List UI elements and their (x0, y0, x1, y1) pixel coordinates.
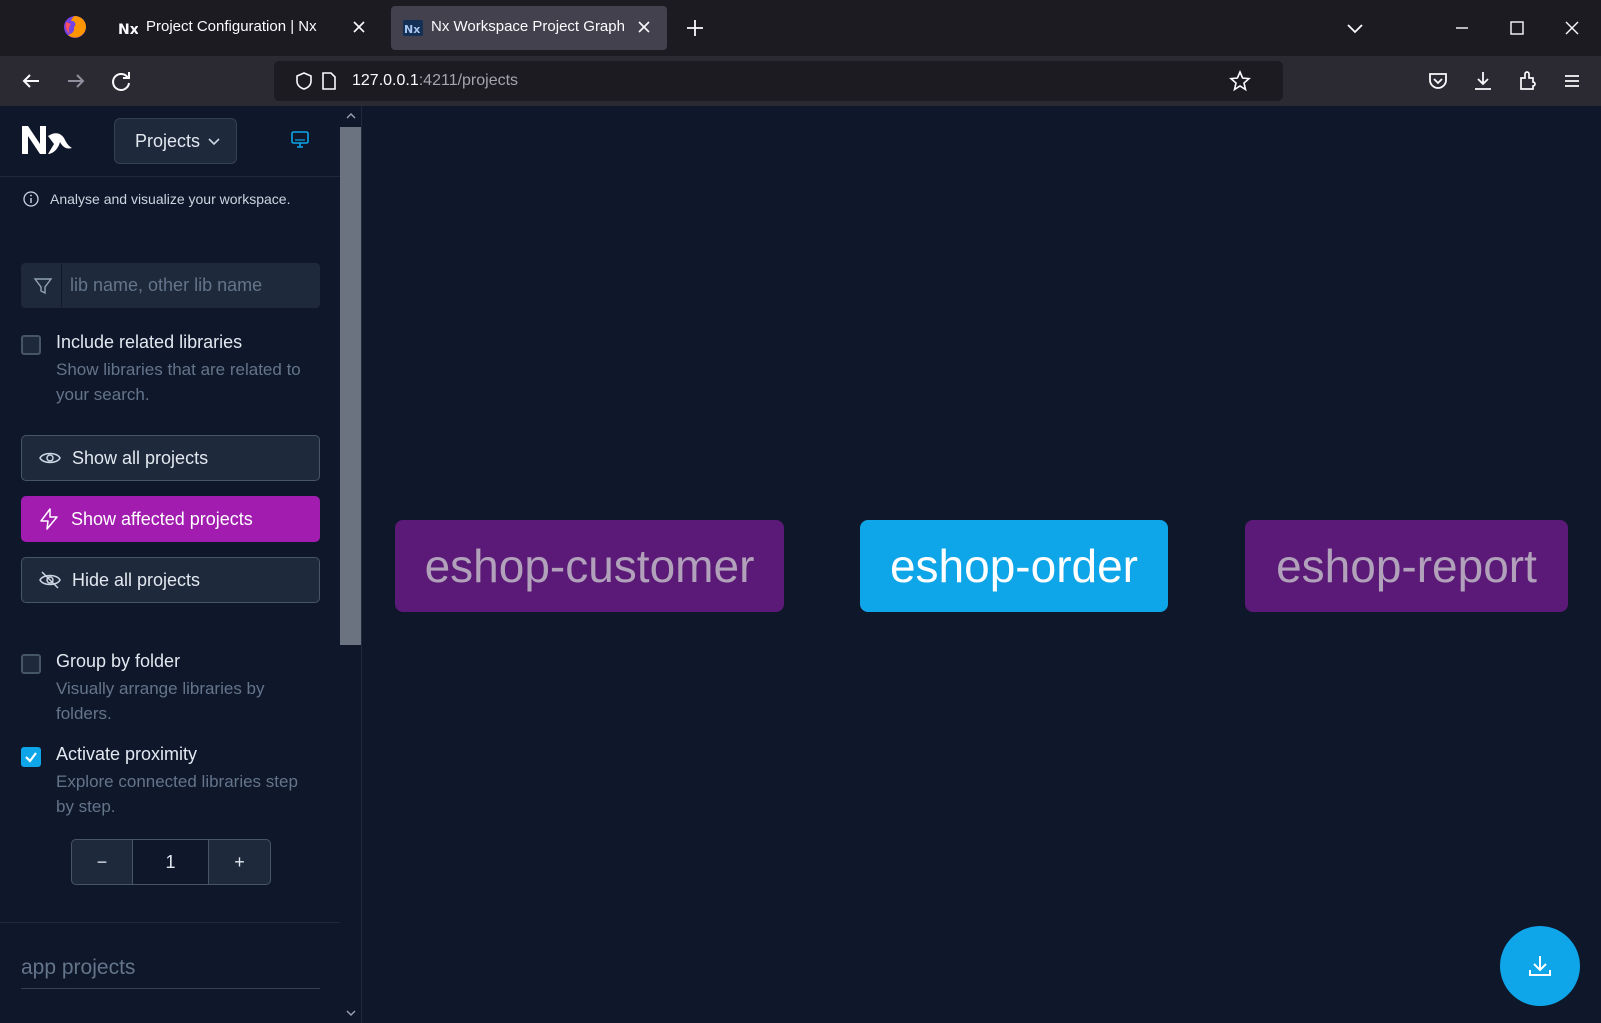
proximity-stepper: − 1 + (71, 839, 271, 885)
forward-icon[interactable] (61, 66, 91, 96)
back-icon[interactable] (16, 66, 46, 96)
app-projects-rule (21, 988, 320, 989)
proximity-checkbox[interactable] (21, 747, 41, 767)
proximity-label: Activate proximity (56, 744, 198, 764)
download-icon (1529, 956, 1551, 976)
info-message: Analyse and visualize your workspace. (22, 190, 290, 208)
tab-title: Nx Workspace Project Graph (431, 18, 625, 35)
include-related-desc: Show libraries that are related to your … (56, 360, 301, 404)
url-text[interactable]: 127.0.0.1:4211/projects (352, 72, 518, 90)
include-related-option: Include related libraries Show libraries… (21, 332, 321, 407)
info-icon (23, 191, 39, 207)
nx-logo-icon (22, 126, 72, 154)
tab-project-configuration[interactable]: Nx Project Configuration | Nx (106, 6, 382, 50)
url-bar[interactable]: 127.0.0.1:4211/projects (274, 61, 1283, 101)
filter-input[interactable] (70, 264, 315, 307)
svg-text:Nx: Nx (404, 23, 420, 36)
view-select[interactable]: Projects (114, 118, 237, 164)
url-host: 127.0.0.1 (352, 72, 419, 89)
app-projects-heading: app projects (21, 956, 136, 979)
sidebar: Projects Analyse and visualize your work… (0, 106, 362, 1023)
show-affected-projects-label: Show affected projects (71, 508, 253, 529)
info-text: Analyse and visualize your workspace. (50, 191, 291, 207)
section-divider (0, 922, 340, 923)
close-tab-icon[interactable] (348, 16, 370, 38)
minimize-icon[interactable] (1448, 14, 1476, 42)
shield-icon[interactable] (294, 71, 314, 91)
eye-off-icon (39, 571, 61, 589)
filter-box (21, 263, 320, 308)
maximize-icon[interactable] (1503, 14, 1531, 42)
chevron-down-icon (208, 138, 220, 146)
tab-title: Project Configuration | Nx (146, 18, 317, 35)
pocket-icon[interactable] (1423, 66, 1453, 96)
browser-tab-bar: Nx Project Configuration | Nx Nx Nx Work… (0, 0, 1601, 56)
increment-button[interactable]: + (209, 840, 270, 884)
sidebar-scrollbar[interactable] (340, 106, 361, 1023)
graph-node-eshop-report[interactable]: eshop-report (1245, 520, 1568, 612)
graph-node-eshop-order[interactable]: eshop-order (860, 520, 1168, 612)
eye-icon (39, 452, 61, 464)
close-tab-icon[interactable] (633, 16, 655, 38)
nx-favicon-icon: Nx (118, 22, 138, 36)
page-icon[interactable] (320, 71, 338, 91)
proximity-option: Activate proximity Explore connected lib… (21, 744, 321, 819)
scrollbar-thumb[interactable] (340, 127, 361, 645)
include-related-checkbox[interactable] (21, 335, 41, 355)
hide-all-projects-label: Hide all projects (72, 569, 201, 590)
download-graph-button[interactable] (1500, 926, 1580, 1006)
proximity-desc: Explore connected libraries step by step… (56, 772, 298, 816)
hide-all-projects-button[interactable]: Hide all projects (21, 557, 320, 603)
scroll-down-icon[interactable] (344, 1006, 358, 1020)
include-related-label: Include related libraries (56, 332, 243, 352)
new-tab-icon[interactable] (683, 16, 707, 40)
decrement-button[interactable]: − (72, 840, 133, 884)
browser-nav-bar: 127.0.0.1:4211/projects (0, 56, 1601, 106)
project-graph-canvas[interactable]: eshop-customer eshop-order eshop-report (362, 106, 1601, 1023)
group-by-folder-option: Group by folder Visually arrange librari… (21, 651, 321, 726)
bookmark-star-icon[interactable] (1229, 70, 1251, 92)
nx-graph-app: Projects Analyse and visualize your work… (0, 106, 1601, 1023)
downloads-icon[interactable] (1468, 66, 1498, 96)
extensions-icon[interactable] (1513, 66, 1543, 96)
view-select-value: Projects (135, 130, 201, 151)
filter-icon-wrap (22, 264, 62, 307)
show-all-projects-button[interactable]: Show all projects (21, 435, 320, 481)
graph-node-eshop-customer[interactable]: eshop-customer (395, 520, 784, 612)
show-all-projects-label: Show all projects (72, 447, 209, 468)
checkmark-icon (25, 752, 37, 763)
lightning-icon (40, 508, 58, 530)
svg-text:Nx: Nx (118, 22, 138, 36)
group-by-folder-label: Group by folder (56, 651, 181, 671)
tab-nx-workspace-project-graph[interactable]: Nx Nx Workspace Project Graph (391, 6, 667, 50)
sidebar-content: Projects Analyse and visualize your work… (0, 106, 340, 1023)
group-by-folder-checkbox[interactable] (21, 654, 41, 674)
proximity-value[interactable]: 1 (133, 840, 209, 884)
close-window-icon[interactable] (1558, 14, 1586, 42)
monitor-icon[interactable] (289, 128, 311, 150)
group-by-folder-desc: Visually arrange libraries by folders. (56, 679, 265, 723)
show-affected-projects-button[interactable]: Show affected projects (21, 496, 320, 542)
url-path: :4211/projects (418, 72, 519, 89)
reload-icon[interactable] (106, 66, 136, 96)
list-all-tabs-icon[interactable] (1341, 14, 1369, 42)
scroll-up-icon[interactable] (344, 109, 358, 123)
menu-icon[interactable] (1557, 66, 1587, 96)
firefox-icon[interactable] (62, 14, 88, 40)
nx-favicon-icon: Nx (403, 20, 423, 36)
header-divider (0, 176, 340, 177)
filter-icon (33, 278, 53, 295)
